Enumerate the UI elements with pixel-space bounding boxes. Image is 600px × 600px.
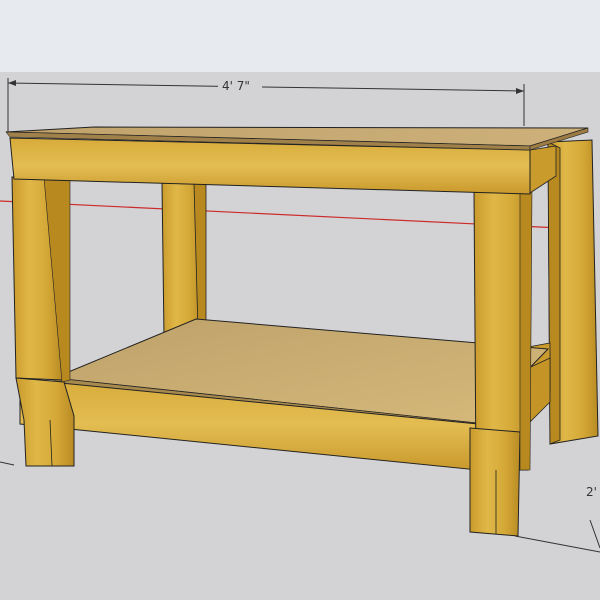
depth-dimension-label: 2' (586, 485, 597, 499)
sketchup-viewport[interactable]: 4' 7" 2' (0, 0, 600, 600)
back-right-leg[interactable] (547, 139, 599, 445)
width-dimension-label: 4' 7" (222, 79, 250, 93)
sky-background (0, 0, 600, 72)
3d-scene[interactable]: 4' 7" 2' (0, 0, 600, 600)
back-left-leg[interactable] (161, 182, 207, 337)
